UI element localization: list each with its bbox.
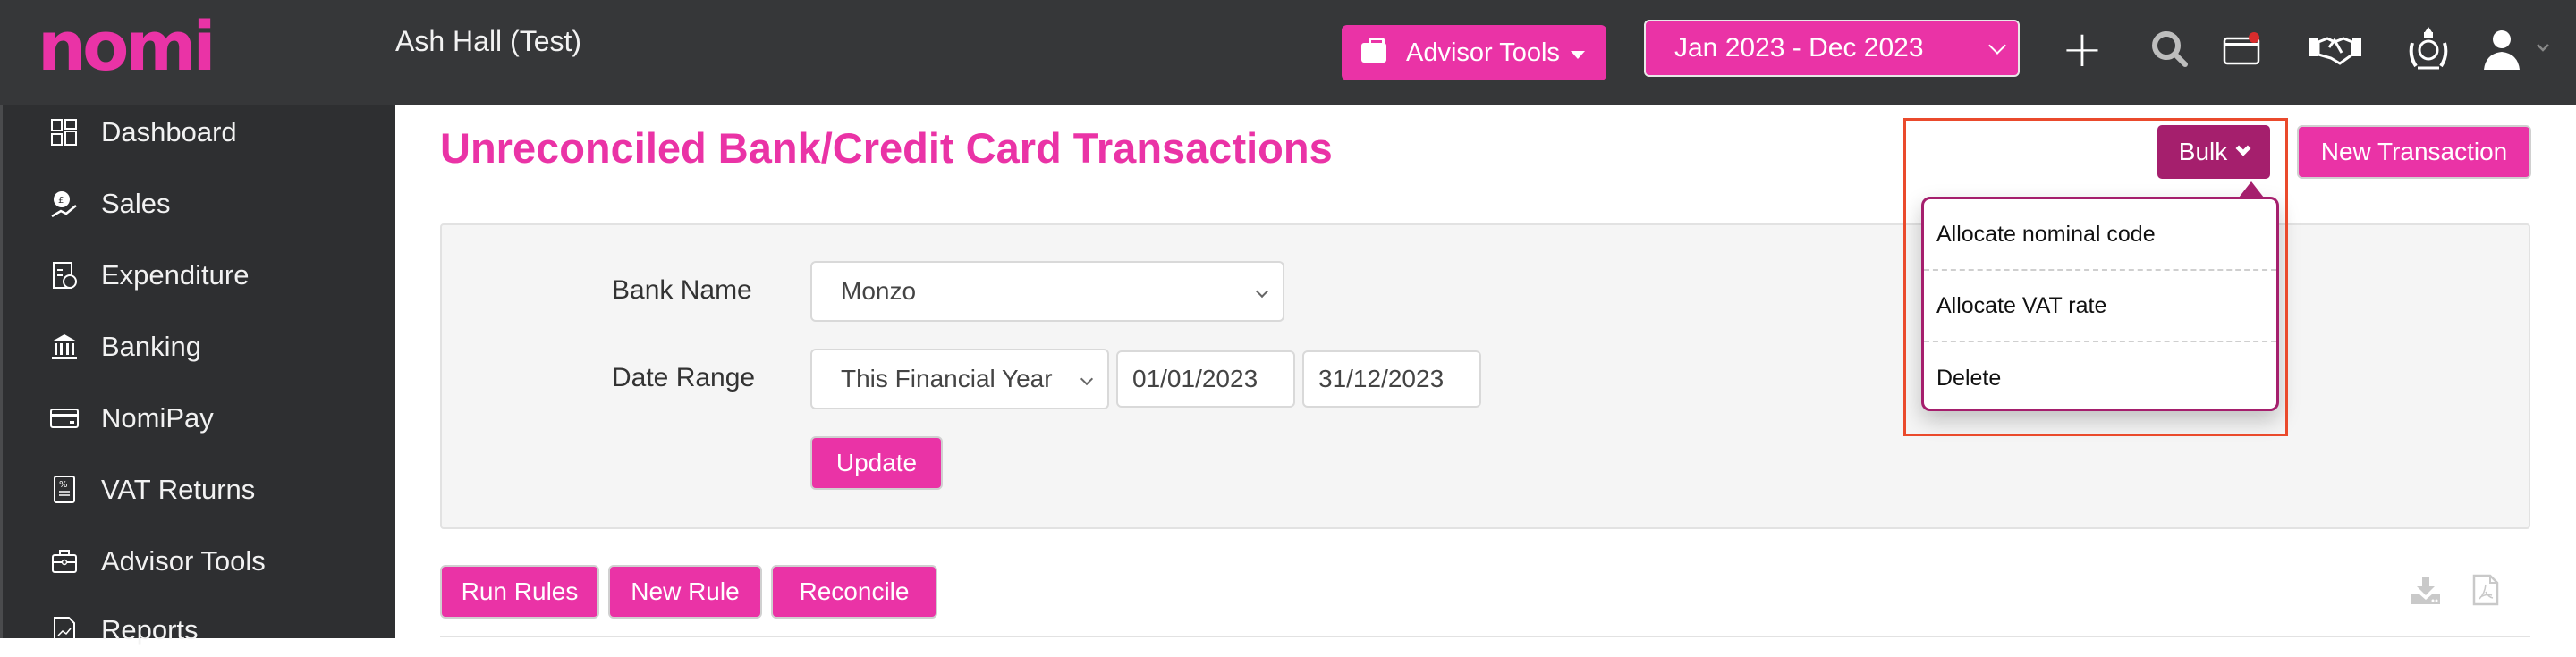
card-icon [49,403,80,434]
sidebar-item-advisor-tools[interactable]: Advisor Tools [3,535,395,588]
plus-icon[interactable]: + [2057,18,2107,80]
chevron-down-icon [1988,37,2006,55]
sidebar-item-label: Banking [101,331,202,362]
bank-name-select[interactable]: Monzo [810,261,1284,322]
date-from-value: 01/01/2023 [1132,365,1258,392]
sidebar-item-dashboard[interactable]: Dashboard [3,105,395,159]
menu-item-allocate-nominal-code[interactable]: Allocate nominal code [1924,199,2276,271]
download-icon[interactable] [2410,576,2442,611]
sidebar-item-reports[interactable]: Reports [3,603,395,657]
date-range-select[interactable]: This Financial Year [810,349,1109,409]
expenditure-icon [49,260,80,291]
date-to-value: 31/12/2023 [1318,365,1445,392]
date-range-label: Date Range [612,363,756,392]
credit-card-notification-icon[interactable] [2184,18,2301,80]
bank-icon [49,332,80,362]
sidebar: Dashboard £ Sales Expenditure Banking No… [0,105,395,645]
vat-document-icon: % [49,475,80,505]
hmrc-crest-icon[interactable] [2397,18,2460,80]
advisor-tools-label: Advisor Tools [1406,38,1560,67]
bulk-label: Bulk [2178,138,2228,165]
menu-item-delete[interactable]: Delete [1924,342,2276,414]
sidebar-item-label: Expenditure [101,259,250,291]
sidebar-item-nomipay[interactable]: NomiPay [3,392,395,445]
reconcile-button[interactable]: Reconcile [771,565,937,619]
transactions-table-top-border [440,636,2530,644]
svg-text:£: £ [58,196,64,206]
sidebar-item-label: NomiPay [101,402,214,434]
sidebar-item-label: Reports [101,614,199,645]
bank-name-label: Bank Name [612,275,752,305]
sidebar-item-label: Advisor Tools [101,545,266,577]
svg-text:%: % [59,480,68,490]
sidebar-item-label: Dashboard [101,116,237,147]
pdf-icon[interactable] [2472,574,2499,611]
top-navbar: nomi Ash Hall (Test) Advisor Tools Jan 2… [0,0,2576,105]
run-rules-button[interactable]: Run Rules [440,565,599,619]
sidebar-item-vat-returns[interactable]: % VAT Returns [3,463,395,517]
main-content: Unreconciled Bank/Credit Card Transactio… [395,105,2576,638]
bank-name-value: Monzo [841,277,917,305]
briefcase-icon [1361,38,1386,63]
sidebar-item-sales[interactable]: £ Sales [3,177,395,231]
period-select[interactable]: Jan 2023 - Dec 2023 [1644,20,2020,77]
nomi-logo[interactable]: nomi [38,13,216,80]
new-rule-button[interactable]: New Rule [608,565,762,619]
menu-item-allocate-vat-rate[interactable]: Allocate VAT rate [1924,271,2276,342]
sidebar-item-banking[interactable]: Banking [3,320,395,374]
advisor-tools-button[interactable]: Advisor Tools [1342,25,1606,80]
sidebar-item-label: Sales [101,188,171,219]
date-from-input[interactable]: 01/01/2023 [1116,350,1295,408]
bulk-dropdown-menu: Allocate nominal code Allocate VAT rate … [1921,181,2279,414]
dashboard-icon [49,117,80,147]
date-to-input[interactable]: 31/12/2023 [1302,350,1481,408]
chevron-down-icon [1080,372,1094,385]
bulk-button[interactable]: Bulk [2157,125,2270,179]
chevron-down-icon [1255,284,1269,298]
user-icon[interactable] [2478,18,2567,80]
sidebar-item-expenditure[interactable]: Expenditure [3,248,395,302]
period-value: Jan 2023 - Dec 2023 [1674,33,1924,63]
chevron-down-icon [2235,140,2251,156]
sidebar-item-label: VAT Returns [101,474,256,505]
caret-down-icon [1570,50,1585,59]
briefcase-icon [49,546,80,577]
handshake-icon[interactable] [2295,18,2376,80]
date-range-value: This Financial Year [841,365,1053,392]
update-button[interactable]: Update [810,436,943,490]
company-name: Ash Hall (Test) [395,25,582,57]
report-icon [49,615,80,645]
page-title: Unreconciled Bank/Credit Card Transactio… [440,124,1333,172]
sales-icon: £ [49,189,80,219]
new-transaction-button[interactable]: New Transaction [2297,125,2531,179]
